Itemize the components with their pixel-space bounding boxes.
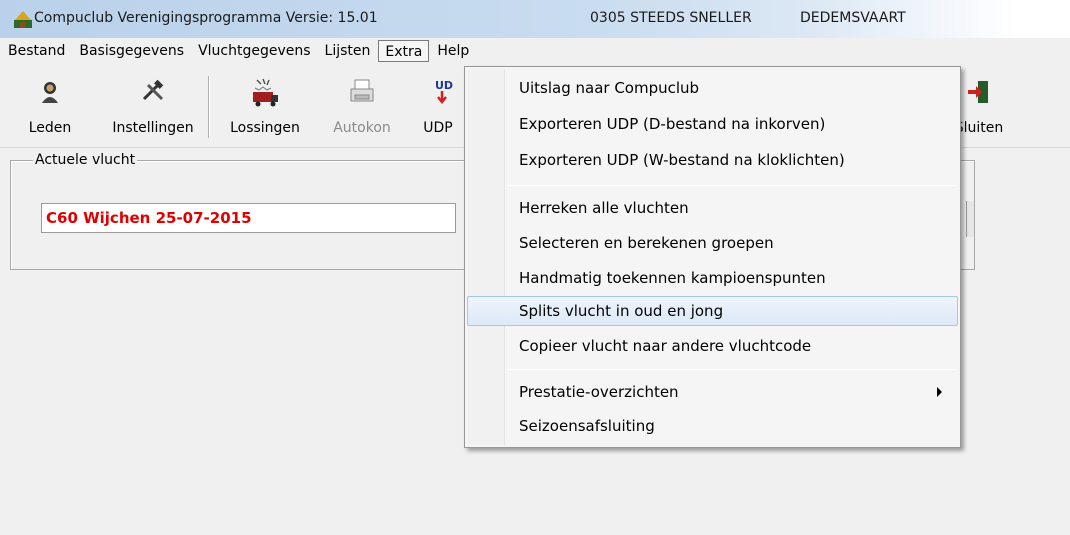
group-right-control bbox=[966, 201, 974, 237]
menu-separator bbox=[507, 369, 957, 370]
autokon-button[interactable]: Autokon bbox=[322, 68, 402, 146]
menu-item-selecteren-groepen[interactable]: Selecteren en berekenen groepen bbox=[467, 228, 958, 258]
svg-text:UD: UD bbox=[435, 79, 453, 92]
title-bar: Compuclub Verenigingsprogramma Versie: 1… bbox=[0, 0, 1070, 38]
menu-item-copieer-vlucht[interactable]: Copieer vlucht naar andere vluchtcode bbox=[467, 331, 958, 361]
app-icon bbox=[14, 11, 32, 28]
menu-item-herreken-vluchten[interactable]: Herreken alle vluchten bbox=[467, 193, 958, 223]
lossingen-button[interactable]: Lossingen bbox=[220, 68, 310, 146]
exit-door-icon bbox=[961, 74, 997, 110]
menu-vluchtgegevens[interactable]: Vluchtgegevens bbox=[192, 40, 316, 62]
person-icon bbox=[32, 74, 68, 110]
instellingen-label: Instellingen bbox=[112, 120, 194, 136]
lossingen-label: Lossingen bbox=[230, 120, 300, 136]
actuele-vlucht-field[interactable]: C60 Wijchen 25-07-2015 bbox=[41, 203, 456, 233]
leden-label: Leden bbox=[28, 120, 72, 136]
submenu-arrow-icon bbox=[937, 387, 942, 397]
menu-item-seizoensafsluiting[interactable]: Seizoensafsluiting bbox=[467, 411, 958, 441]
prestatie-label: Prestatie-overzichten bbox=[519, 383, 679, 401]
window-title: Compuclub Verenigingsprogramma Versie: 1… bbox=[34, 10, 378, 26]
menu-separator bbox=[507, 185, 957, 186]
club-place: DEDEMSVAART bbox=[800, 10, 906, 26]
menu-item-exporteren-udp-w[interactable]: Exporteren UDP (W-bestand na kloklichten… bbox=[467, 145, 958, 175]
menu-bestand[interactable]: Bestand bbox=[2, 40, 71, 62]
menu-item-splits-vlucht[interactable]: Splits vlucht in oud en jong bbox=[467, 296, 958, 326]
club-name: 0305 STEEDS SNELLER bbox=[590, 10, 752, 26]
toolbar-separator bbox=[208, 76, 209, 138]
udp-download-icon: UD bbox=[422, 74, 458, 110]
udp-label: UDP bbox=[423, 120, 453, 136]
menu-extra[interactable]: Extra bbox=[378, 40, 430, 62]
tools-icon bbox=[135, 74, 171, 110]
sluiten-label: Sluiten bbox=[954, 120, 1004, 136]
menu-basisgegevens[interactable]: Basisgegevens bbox=[73, 40, 190, 62]
menu-item-exporteren-udp-d[interactable]: Exporteren UDP (D-bestand na inkorven) bbox=[467, 109, 958, 139]
menu-item-prestatie-overzichten[interactable]: Prestatie-overzichten bbox=[467, 377, 958, 407]
release-truck-icon bbox=[247, 74, 283, 110]
printer-icon bbox=[344, 74, 380, 110]
autokon-label: Autokon bbox=[333, 120, 391, 136]
udp-button[interactable]: UD UDP bbox=[415, 68, 465, 146]
menu-lijsten[interactable]: Lijsten bbox=[319, 40, 377, 62]
menu-help[interactable]: Help bbox=[431, 40, 475, 62]
menu-bar: Bestand Basisgegevens Vluchtgegevens Lij… bbox=[0, 38, 1070, 64]
extra-menu: Uitslag naar Compuclub Exporteren UDP (D… bbox=[464, 66, 961, 448]
menu-item-kampioenspunten[interactable]: Handmatig toekennen kampioenspunten bbox=[467, 263, 958, 293]
actuele-vlucht-label: Actuele vlucht bbox=[33, 152, 138, 168]
leden-button[interactable]: Leden bbox=[20, 68, 80, 146]
instellingen-button[interactable]: Instellingen bbox=[108, 68, 198, 146]
menu-item-uitslag-compuclub[interactable]: Uitslag naar Compuclub bbox=[467, 73, 958, 103]
